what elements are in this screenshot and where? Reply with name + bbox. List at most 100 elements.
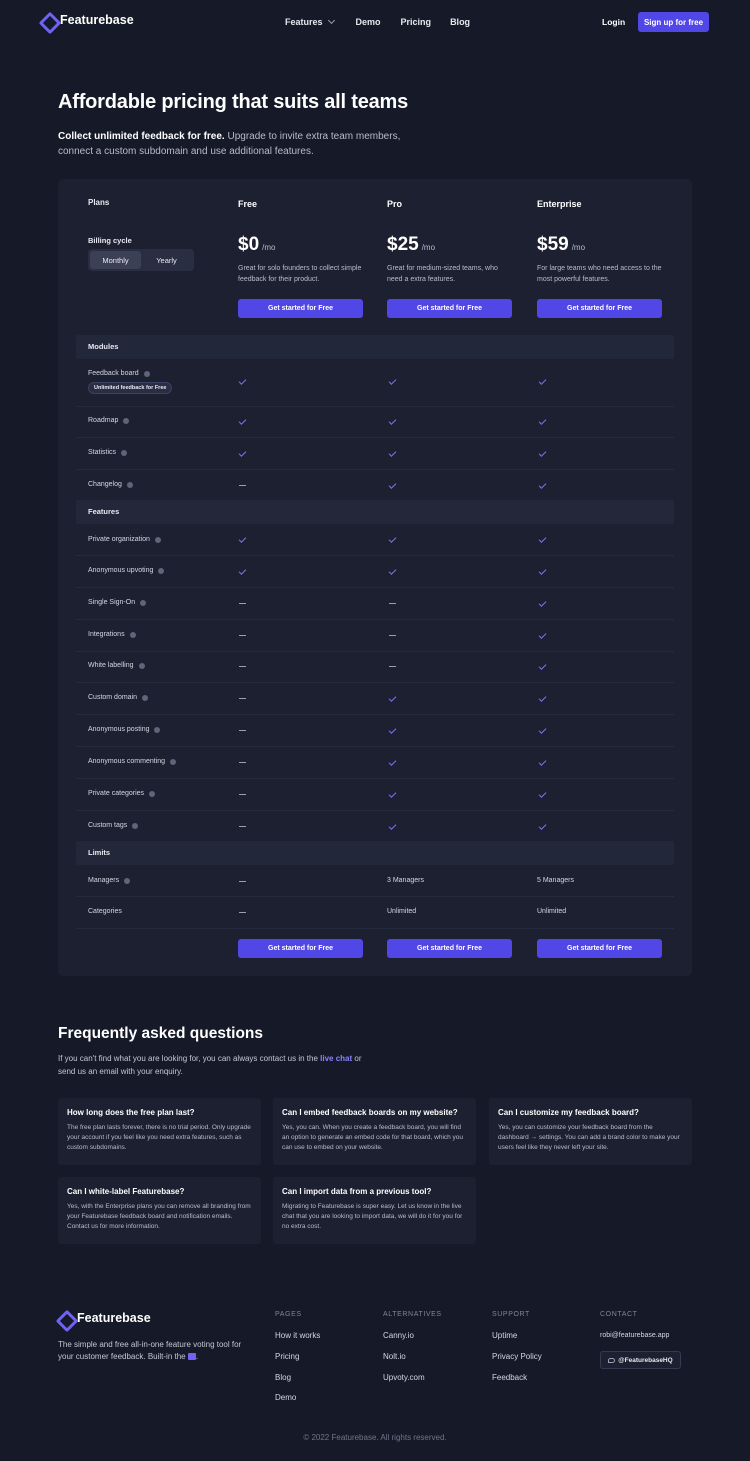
- get-started-enterprise-button[interactable]: Get started for Free: [537, 299, 662, 318]
- check-icon: [388, 535, 397, 543]
- feature-label: Feedback board: [88, 370, 139, 377]
- featurebase-logo-icon: [58, 1312, 71, 1325]
- info-icon[interactable]: [170, 758, 177, 765]
- check-icon: [538, 662, 547, 670]
- footer-link-blog[interactable]: Blog: [275, 1373, 291, 1382]
- check-icon: [538, 567, 547, 575]
- check-icon: [538, 599, 547, 607]
- plans-label: Plans: [88, 198, 110, 207]
- info-icon[interactable]: [142, 694, 149, 701]
- info-icon[interactable]: [129, 631, 136, 638]
- check-icon: [238, 417, 247, 425]
- twitter-button[interactable]: @FeaturebaseHQ: [600, 1351, 681, 1369]
- info-icon[interactable]: [143, 370, 150, 377]
- feature-feedback-board: Feedback board: [88, 370, 150, 377]
- check-icon: [238, 377, 247, 385]
- info-icon[interactable]: [123, 417, 130, 424]
- get-started-free-button[interactable]: Get started for Free: [238, 299, 363, 318]
- nav-link-blog[interactable]: Blog: [450, 17, 470, 27]
- feature-label: Changelog: [88, 481, 122, 488]
- nav-link-features[interactable]: Features: [285, 16, 335, 27]
- footer-link-demo[interactable]: Demo: [275, 1393, 296, 1402]
- footer-link-uptime[interactable]: Uptime: [492, 1331, 517, 1340]
- info-icon[interactable]: [126, 481, 133, 488]
- feature-label: Integrations: [88, 631, 125, 638]
- check-icon: [388, 417, 397, 425]
- check-icon: [538, 726, 547, 734]
- billing-option-monthly[interactable]: Monthly: [90, 251, 141, 269]
- nav-link-pricing[interactable]: Pricing: [401, 17, 432, 27]
- feature-private-categories: Private categories: [88, 790, 156, 797]
- feature-anonymous-posting: Anonymous posting: [88, 726, 161, 733]
- feature-label: Private organization: [88, 536, 150, 543]
- nav-link-demo[interactable]: Demo: [356, 17, 381, 27]
- dash-icon: [389, 635, 396, 636]
- info-icon[interactable]: [140, 599, 147, 606]
- info-icon[interactable]: [132, 822, 139, 829]
- faq-sub-before: If you can't find what you are looking f…: [58, 1054, 321, 1063]
- feature-label: Anonymous posting: [88, 726, 150, 733]
- feature-label: Anonymous commenting: [88, 758, 166, 765]
- footer-brand[interactable]: Featurebase: [58, 1311, 151, 1325]
- row-divider: [76, 651, 674, 652]
- faq-item: How long does the free plan last? The fr…: [58, 1098, 261, 1165]
- row-divider: [76, 619, 674, 620]
- signup-button[interactable]: Sign up for free: [638, 12, 709, 32]
- section-header-modules: [76, 335, 674, 359]
- row-divider: [76, 682, 674, 683]
- info-icon[interactable]: [154, 726, 161, 733]
- footer-link-feedback[interactable]: Feedback: [492, 1373, 527, 1382]
- brand-name: Featurebase: [60, 13, 134, 27]
- check-icon: [238, 449, 247, 457]
- faq-title: Frequently asked questions: [58, 1025, 263, 1042]
- price-pro: $25 /mo: [387, 234, 435, 256]
- price-amount: $25: [387, 234, 419, 255]
- dash-icon: [389, 603, 396, 604]
- github-icon[interactable]: [187, 1353, 196, 1361]
- bottom-get-started-pro-button[interactable]: Get started for Free: [387, 939, 512, 958]
- info-icon[interactable]: [149, 790, 156, 797]
- dash-icon: [239, 485, 246, 486]
- bottom-get-started-free-button[interactable]: Get started for Free: [238, 939, 363, 958]
- plan-name-enterprise: Enterprise: [537, 199, 582, 209]
- info-icon[interactable]: [138, 662, 145, 669]
- brand-logo[interactable]: Featurebase: [41, 13, 134, 27]
- feature-label: Custom tags: [88, 822, 128, 829]
- row-divider: [76, 896, 674, 897]
- pricing-table: Plans Free Pro Enterprise Billing cycle …: [58, 179, 692, 976]
- info-icon[interactable]: [154, 536, 161, 543]
- faq-question: Can I import data from a previous tool?: [282, 1187, 432, 1196]
- footer-link-how-it-works[interactable]: How it works: [275, 1331, 320, 1340]
- feature-anonymous-upvoting: Anonymous upvoting: [88, 567, 165, 574]
- section-header-limits: [76, 841, 674, 865]
- footer-link-privacy-policy[interactable]: Privacy Policy: [492, 1352, 542, 1361]
- check-icon: [388, 449, 397, 457]
- footer-link-nolt[interactable]: Nolt.io: [383, 1352, 406, 1361]
- faq-question: How long does the free plan last?: [67, 1108, 195, 1117]
- info-icon[interactable]: [158, 567, 165, 574]
- info-icon[interactable]: [121, 449, 128, 456]
- footer-brand-name: Featurebase: [77, 1311, 151, 1325]
- info-icon[interactable]: [124, 877, 131, 884]
- feature-roadmap: Roadmap: [88, 417, 130, 424]
- billing-option-yearly[interactable]: Yearly: [141, 251, 192, 269]
- dash-icon: [239, 762, 246, 763]
- section-title-features: Features: [88, 507, 120, 516]
- login-link[interactable]: Login: [602, 17, 625, 27]
- check-icon: [388, 726, 397, 734]
- footer-col-title-support: SUPPORT: [492, 1311, 530, 1318]
- feature-label: Categories: [88, 908, 122, 915]
- footer-link-pricing[interactable]: Pricing: [275, 1352, 299, 1361]
- live-chat-link[interactable]: live chat: [320, 1054, 352, 1063]
- bottom-get-started-enterprise-button[interactable]: Get started for Free: [537, 939, 662, 958]
- footer-link-canny[interactable]: Canny.io: [383, 1331, 414, 1340]
- footer-col-title-alternatives: ALTERNATIVES: [383, 1311, 442, 1318]
- get-started-pro-button[interactable]: Get started for Free: [387, 299, 512, 318]
- check-icon: [538, 377, 547, 385]
- price-period: /mo: [571, 243, 586, 252]
- price-enterprise: $59 /mo: [537, 234, 585, 256]
- footer-link-upvoty[interactable]: Upvoty.com: [383, 1373, 425, 1382]
- footer-description: The simple and free all-in-one feature v…: [58, 1339, 258, 1363]
- plan-name-pro: Pro: [387, 199, 403, 209]
- contact-email-link[interactable]: robi@featurebase.app: [600, 1332, 669, 1339]
